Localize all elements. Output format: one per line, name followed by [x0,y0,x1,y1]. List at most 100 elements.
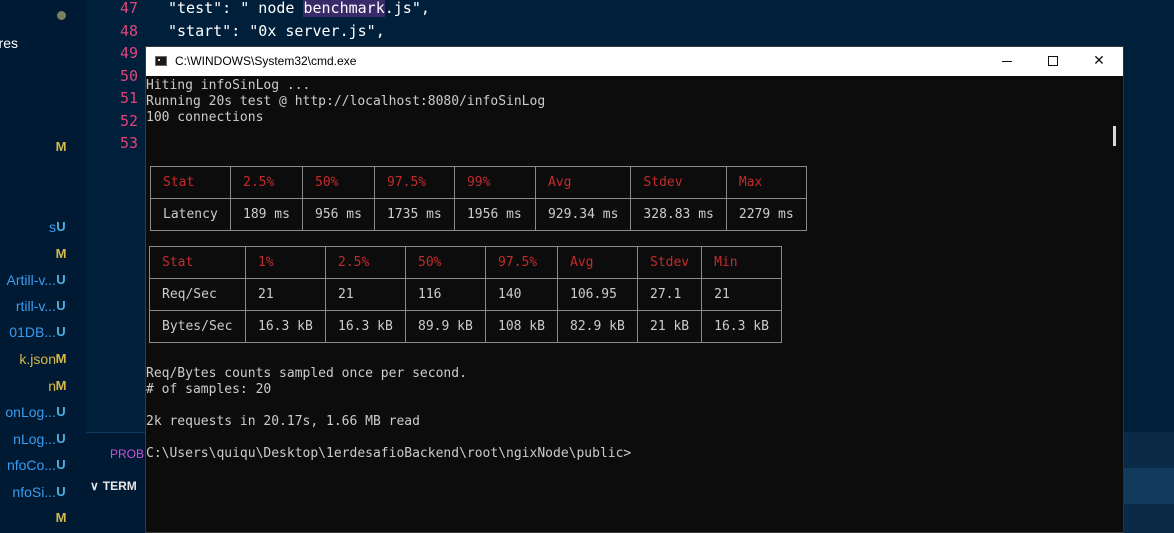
git-status-badge: U [56,431,66,446]
explorer-file-item[interactable]: nM [0,376,86,396]
close-icon: ✕ [1093,53,1105,69]
line-number: 51 [119,89,138,107]
table-header-cell: 2.5% [325,246,406,279]
table-header-cell: 2.5% [230,166,303,199]
explorer-file-item[interactable]: nfoCo... U [0,455,86,475]
git-status-badge: U [56,457,66,472]
table-cell: 16.3 kB [325,310,406,343]
code-text: "start": "0x server.js", [168,21,385,40]
table-header-cell: Avg [534,166,632,199]
explorer-file-name: nLog... [13,431,56,447]
explorer-file-item[interactable]: Artill-v... U [0,270,86,290]
explorer-file-name: res [0,35,18,51]
explorer-file-item[interactable]: 01DB... U [0,322,86,342]
table-header-cell: 97.5% [373,166,455,199]
cmd-window[interactable]: C:\WINDOWS\System32\cmd.exe ✕ Hiting inf… [145,46,1124,533]
console-line: 2k requests in 20.17s, 1.66 MB read [146,414,420,429]
table-header-cell: Min [701,246,783,279]
table-cell: 21 [245,278,326,311]
explorer-file-item[interactable]: M [0,137,86,157]
explorer-file-item[interactable]: rtill-v... U [0,296,86,316]
table-header-cell: 97.5% [485,246,558,279]
table-cell: 956 ms [302,198,375,231]
command-prompt[interactable]: C:\Users\quiqu\Desktop\1erdesafioBackend… [146,446,631,462]
explorer-file-name: rtill-v... [15,298,56,314]
table-cell: 189 ms [230,198,303,231]
git-status-badge: U [56,404,66,419]
table-cell: 1735 ms [373,198,455,231]
console-output[interactable]: Hiting infoSinLog ... Running 20s test @… [146,76,1123,532]
table-header-row: Stat 1% 2.5% 50% 97.5% Avg Stdev Min [149,246,783,279]
window-titlebar[interactable]: C:\WINDOWS\System32\cmd.exe ✕ [146,47,1123,76]
panel-side-strip [1122,432,1174,533]
table-header-cell: Avg [557,246,638,279]
table-header-row: Stat 2.5% 50% 97.5% 99% Avg Stdev Max [150,166,807,199]
table-cell: 2279 ms [725,198,807,231]
explorer-file-item[interactable]: res [0,33,86,53]
line-number: 47 [119,0,138,17]
explorer-file-item[interactable]: k.json M [0,349,86,369]
git-status-badge: U [56,298,66,313]
chevron-down-icon: ∨ [90,479,99,493]
line-number: 48 [119,21,138,40]
table-header-cell: 50% [302,166,375,199]
throughput-table: Stat 1% 2.5% 50% 97.5% Avg Stdev Min Req/Sec 21 21… [149,246,783,343]
tab-problems[interactable]: PROB [110,447,144,461]
table-cell: 82.9 kB [557,310,638,343]
close-button[interactable]: ✕ [1076,47,1122,76]
tab-terminal[interactable]: ∨ TERM [90,479,137,493]
file-explorer: res Ms U M Artill-v... Urtill-v... U 01DB... Uk.… [0,0,86,533]
scrollbar-thumb[interactable] [1113,126,1116,146]
table-row: Latency 189 ms 956 ms 1735 ms 1956 ms 929.34 … [150,198,807,231]
git-status-badge: U [56,272,66,287]
table-header-cell: Max [725,166,807,199]
table-cell: 108 kB [485,310,558,343]
console-line: 100 connections [146,110,264,125]
line-number: 53 [119,134,138,152]
code-line[interactable]: "start": "0x server.js", [168,21,385,41]
explorer-file-item[interactable]: M [0,244,86,264]
table-row: Bytes/Sec 16.3 kB 16.3 kB 89.9 kB 108 kB 82.9… [149,310,783,343]
minimize-icon [1002,60,1012,62]
explorer-file-name: Artill-v... [6,272,56,288]
table-header-cell: Stat [150,166,231,199]
table-cell: 21 [325,278,406,311]
explorer-file-item[interactable]: onLog... U [0,402,86,422]
explorer-file-item[interactable]: nfoSi... U [0,482,86,502]
console-line: Req/Bytes counts sampled once per second… [146,366,467,381]
table-cell: 16.3 kB [701,310,783,343]
explorer-file-item[interactable]: M [0,508,86,528]
explorer-file-item[interactable]: sU [0,217,86,237]
table-header-cell: 1% [245,246,326,279]
table-header-cell: Stdev [630,166,727,199]
console-line: Running 20s test @ http://localhost:8080… [146,94,546,109]
table-cell: 929.34 ms [534,198,632,231]
line-number: 52 [119,111,138,130]
explorer-file-item[interactable]: nLog... U [0,429,86,449]
git-status-badge: U [56,219,66,234]
table-cell: 89.9 kB [405,310,486,343]
table-row: Req/Sec 21 21 116 140 106.95 27.1 21 [149,278,783,311]
table-cell: Latency [150,198,231,231]
maximize-button[interactable] [1030,47,1076,76]
git-status-badge: U [56,484,66,499]
git-status-badge: M [55,510,67,525]
git-status-badge: M [55,351,67,366]
git-status-badge: M [55,378,67,393]
code-text: .js", [384,0,430,17]
console-line: # of samples: 20 [146,382,272,397]
table-header-cell: 50% [405,246,486,279]
table-cell: 1956 ms [453,198,536,231]
maximize-icon [1048,56,1058,66]
explorer-file-name: k.json [19,351,56,367]
table-cell: 106.95 [557,278,638,311]
table-header-cell: 99% [453,166,536,199]
minimize-button[interactable] [984,47,1030,76]
explorer-file-name: onLog... [5,404,56,420]
git-status-badge: U [56,324,66,339]
tab-terminal-label: TERM [102,479,137,493]
code-line[interactable]: "test": " node benchmark.js", [168,0,430,18]
table-cell: 21 kB [636,310,703,343]
table-cell: Req/Sec [149,278,246,311]
window-title: C:\WINDOWS\System32\cmd.exe [175,54,357,68]
